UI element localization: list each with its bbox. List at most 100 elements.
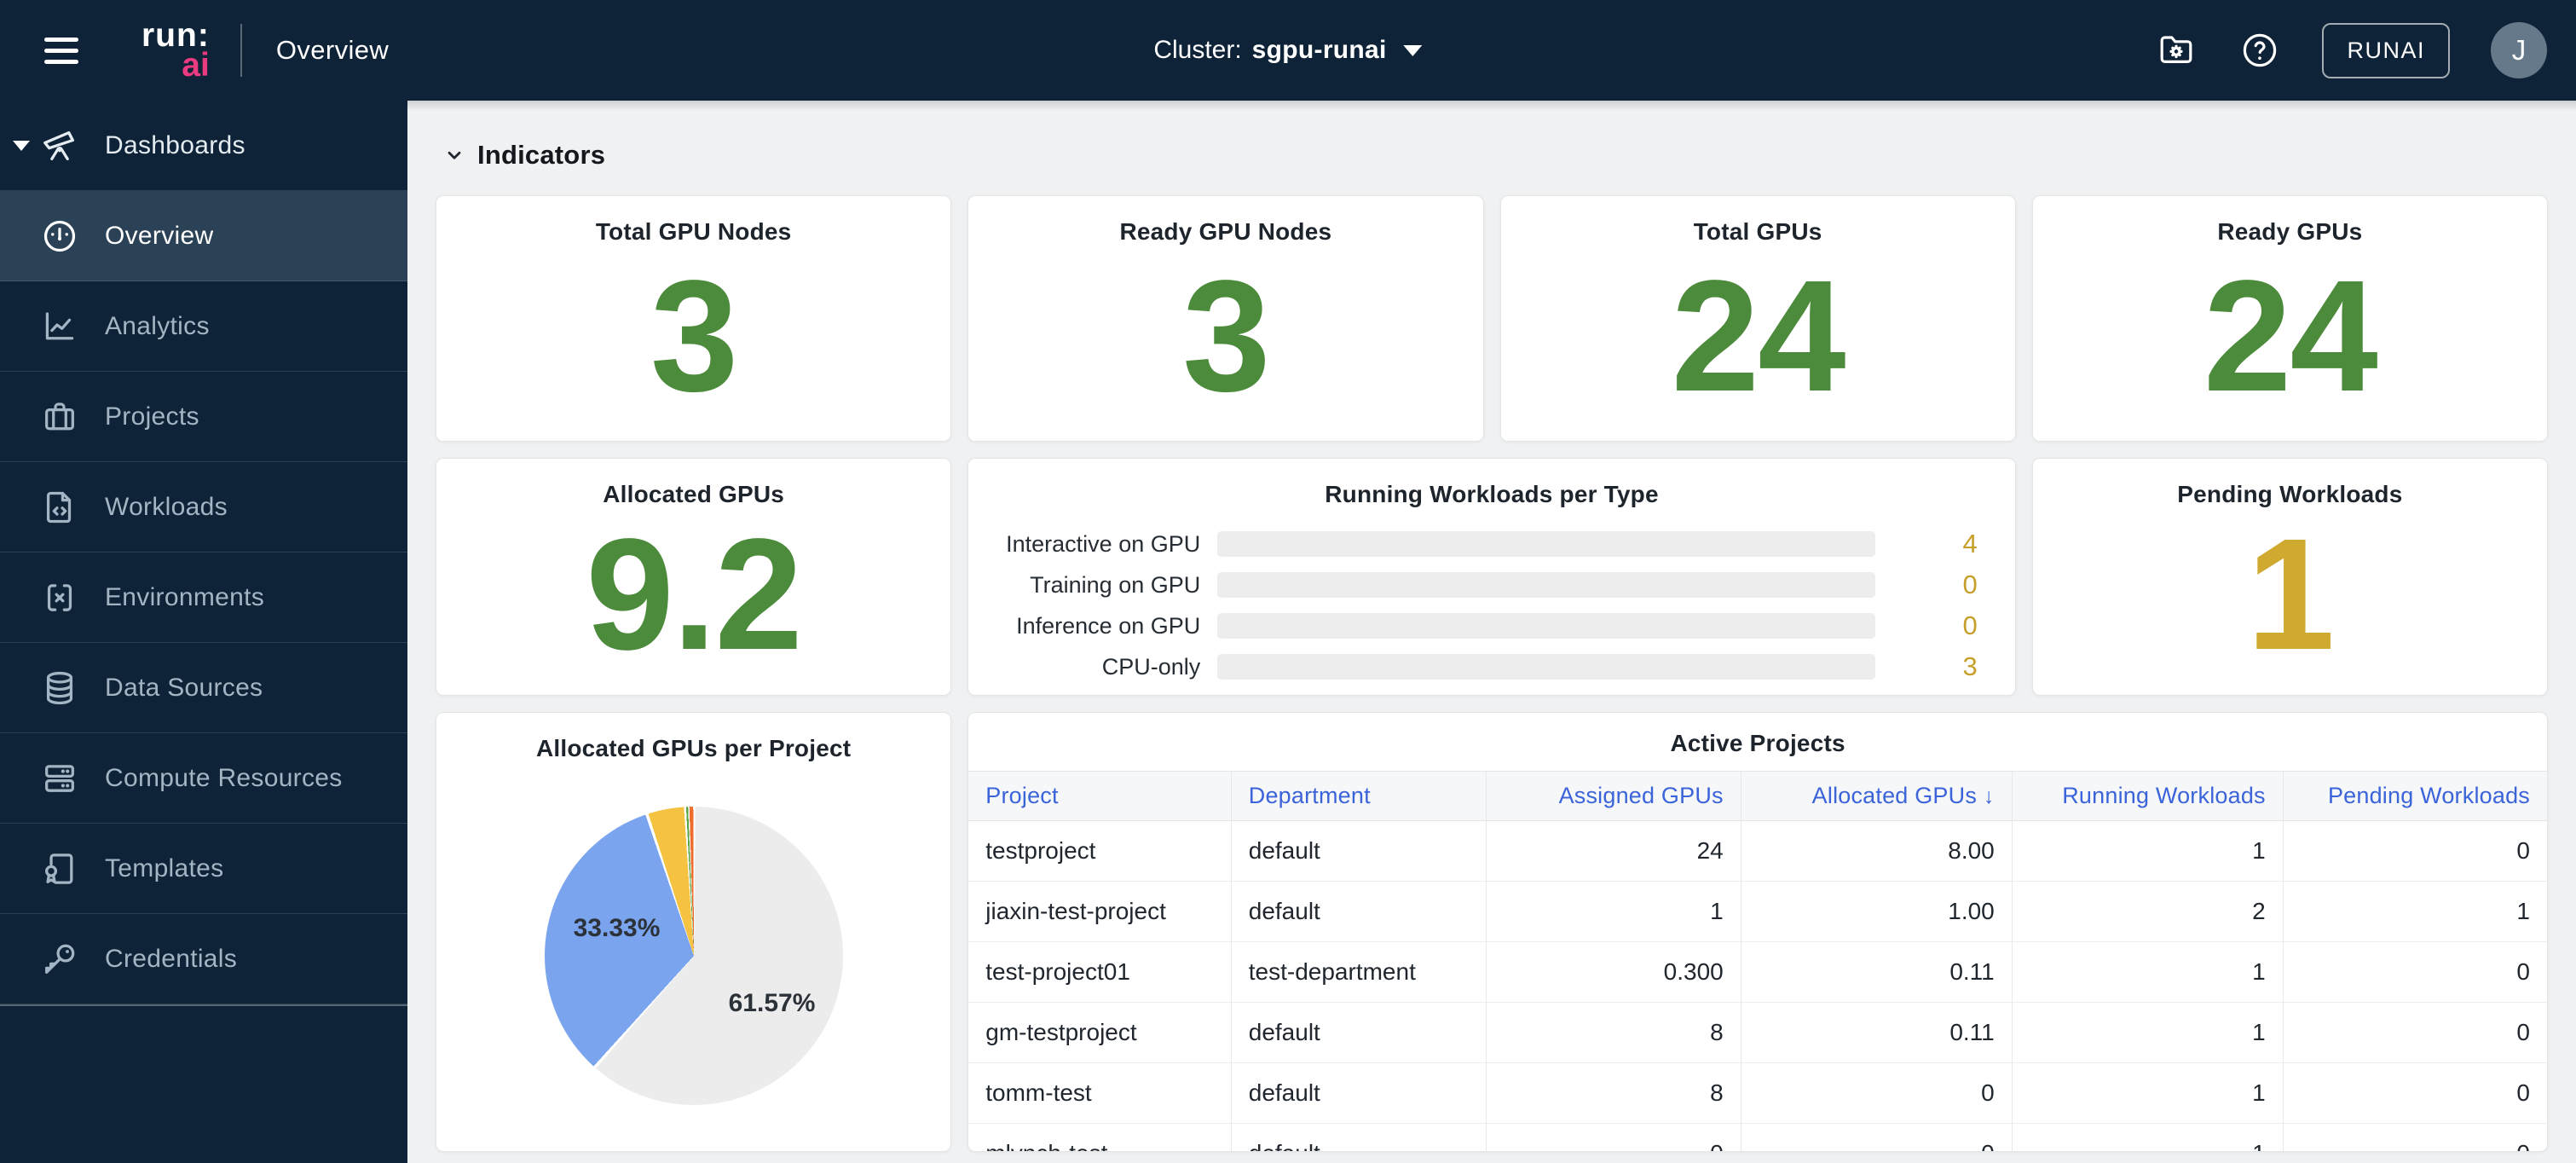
column-header-department[interactable]: Department: [1230, 771, 1487, 821]
table-cell: 0: [1485, 1123, 1741, 1151]
table-cell: 0: [2282, 1123, 2547, 1151]
table-cell: 0: [2282, 1062, 2547, 1124]
bar-value: 0: [1962, 570, 1978, 599]
stat-card-pending-workloads: Pending Workloads 1: [2031, 458, 2548, 696]
sidebar-item-templates[interactable]: Templates: [0, 824, 407, 914]
runai-logo[interactable]: run: ai: [142, 16, 210, 84]
table-cell: 8: [1485, 1062, 1741, 1124]
bar-label: Interactive on GPU: [1006, 530, 1201, 557]
indicators-grid: Total GPU Nodes 3 Ready GPU Nodes 3 Tota…: [436, 195, 2548, 1152]
user-avatar[interactable]: J: [2491, 22, 2547, 78]
brackets-x-icon: [40, 578, 79, 617]
runai-tenant-button[interactable]: RUNAI: [2322, 22, 2450, 78]
bar-track: [1217, 613, 1875, 639]
table-cell: 1: [2011, 820, 2284, 882]
pie-chart: 33.33% 61.57%: [544, 807, 843, 1105]
hamburger-menu-button[interactable]: [44, 31, 78, 71]
table-cell: test-project01: [968, 941, 1232, 1003]
table-cell: 8.00: [1740, 820, 2013, 882]
section-title: Indicators: [477, 140, 606, 170]
table-cell: 0: [2282, 1002, 2547, 1063]
help-button[interactable]: [2238, 29, 2281, 72]
table-cell: 0: [2282, 941, 2547, 1003]
stat-card-total-gpu-nodes: Total GPU Nodes 3: [436, 195, 952, 442]
folder-gear-icon: [2161, 36, 2192, 63]
table-cell: testproject: [968, 820, 1232, 882]
topbar-actions: RUNAI J: [2155, 22, 2547, 78]
active-projects-card: Active Projects Project Department Assigne…: [967, 712, 2548, 1152]
sidebar-item-credentials[interactable]: Credentials: [0, 914, 407, 1004]
table-cell: 0.11: [1740, 1002, 2013, 1063]
sidebar-item-environments[interactable]: Environments: [0, 553, 407, 643]
column-header-project[interactable]: Project: [968, 771, 1232, 821]
sidebar-item-workloads[interactable]: Workloads: [0, 462, 407, 553]
sidebar-item-label: Environments: [105, 582, 265, 611]
sidebar: Dashboards Overview Analytics Projects Workl…: [0, 101, 407, 1163]
cluster-selector[interactable]: Cluster: sgpu-runai: [1153, 36, 1423, 65]
telescope-icon: [40, 126, 79, 165]
stat-card-title: Ready GPU Nodes: [1119, 218, 1332, 245]
table-cell: 0: [1740, 1123, 2013, 1151]
cluster-label: Cluster:: [1153, 36, 1242, 64]
sidebar-item-compute-resources[interactable]: Compute Resources: [0, 733, 407, 824]
active-projects-table: Project Department Assigned GPUs Allocated …: [968, 771, 2547, 1151]
table-cell: default: [1230, 1123, 1487, 1151]
sidebar-item-projects[interactable]: Projects: [0, 372, 407, 462]
allocated-gpus-pie-card: Allocated GPUs per Project 33.33% 61.57%: [436, 712, 952, 1152]
table-cell: default: [1230, 881, 1487, 942]
table-cell: mlynch-test: [968, 1123, 1232, 1151]
bar-value: 0: [1962, 610, 1978, 640]
table-cell: 1: [2011, 1002, 2284, 1063]
stat-card-title: Total GPU Nodes: [595, 218, 792, 245]
table-cell: default: [1230, 1002, 1487, 1063]
chart-title: Running Workloads per Type: [1325, 481, 1659, 507]
table-cell: default: [1230, 1062, 1487, 1124]
bar-track: [1217, 572, 1875, 598]
column-header-running-workloads[interactable]: Running Workloads: [2011, 771, 2284, 821]
sidebar-item-label: Credentials: [105, 944, 238, 973]
topbar: run: ai Overview Cluster: sgpu-runai RUN…: [0, 0, 2576, 101]
table-row-mlynch-test: mlynch-testdefault0010: [968, 1123, 2547, 1151]
table-cell: 0.300: [1485, 941, 1741, 1003]
table-row-testproject: testproject default 24 8.00 1 0: [968, 820, 2547, 882]
indicators-collapse-toggle[interactable]: [443, 144, 465, 166]
cluster-caret-icon: [1403, 44, 1423, 56]
sidebar-item-data-sources[interactable]: Data Sources: [0, 643, 407, 733]
sort-desc-icon: ↓: [1984, 784, 1995, 808]
topbar-divider: [240, 24, 242, 77]
chart-line-icon: [40, 307, 79, 346]
file-code-icon: [40, 488, 79, 527]
stat-card-total-gpus: Total GPUs 24: [1499, 195, 2016, 442]
bar-track: [1217, 531, 1875, 557]
runai-logo-run: run:: [142, 16, 210, 54]
column-header-allocated-gpus[interactable]: Allocated GPUs ↓: [1740, 771, 2013, 821]
running-workloads-chart-card: Running Workloads per Type Interactive o…: [967, 458, 2016, 696]
pie-graphic: [544, 807, 843, 1105]
stat-card-value: 1: [2246, 506, 2335, 683]
table-row-jiaxin-test-project: jiaxin-test-project default 1 1.00 2 1: [968, 881, 2547, 942]
table-cell: 1: [2282, 881, 2547, 942]
server-icon: [40, 759, 79, 798]
gauge-icon: [40, 217, 79, 256]
column-header-assigned-gpus[interactable]: Assigned GPUs: [1485, 771, 1741, 821]
sidebar-item-dashboards[interactable]: Dashboards: [0, 101, 407, 191]
stat-card-title: Ready GPUs: [2217, 218, 2363, 245]
stat-card-value: 24: [1671, 247, 1846, 425]
sidebar-item-overview[interactable]: Overview: [0, 191, 407, 281]
sidebar-item-label: Overview: [105, 221, 214, 250]
briefcase-icon: [40, 397, 79, 437]
key-icon: [40, 940, 79, 979]
sidebar-item-analytics[interactable]: Analytics: [0, 281, 407, 372]
stat-card-value: 9.2: [586, 506, 803, 683]
sidebar-divider: [0, 1004, 407, 1006]
stat-card-ready-gpus: Ready GPUs 24: [2031, 195, 2548, 442]
folder-settings-button[interactable]: [2155, 29, 2198, 72]
table-title: Active Projects: [1670, 730, 1845, 756]
bar-track: [1217, 654, 1875, 680]
stat-card-allocated-gpus: Allocated GPUs 9.2: [436, 458, 952, 696]
stat-card-title: Total GPUs: [1693, 218, 1822, 245]
runai-logo-ai: ai: [182, 46, 210, 84]
column-header-pending-workloads[interactable]: Pending Workloads: [2282, 771, 2547, 821]
sidebar-item-label: Templates: [105, 853, 224, 882]
sidebar-item-label: Workloads: [105, 492, 228, 521]
